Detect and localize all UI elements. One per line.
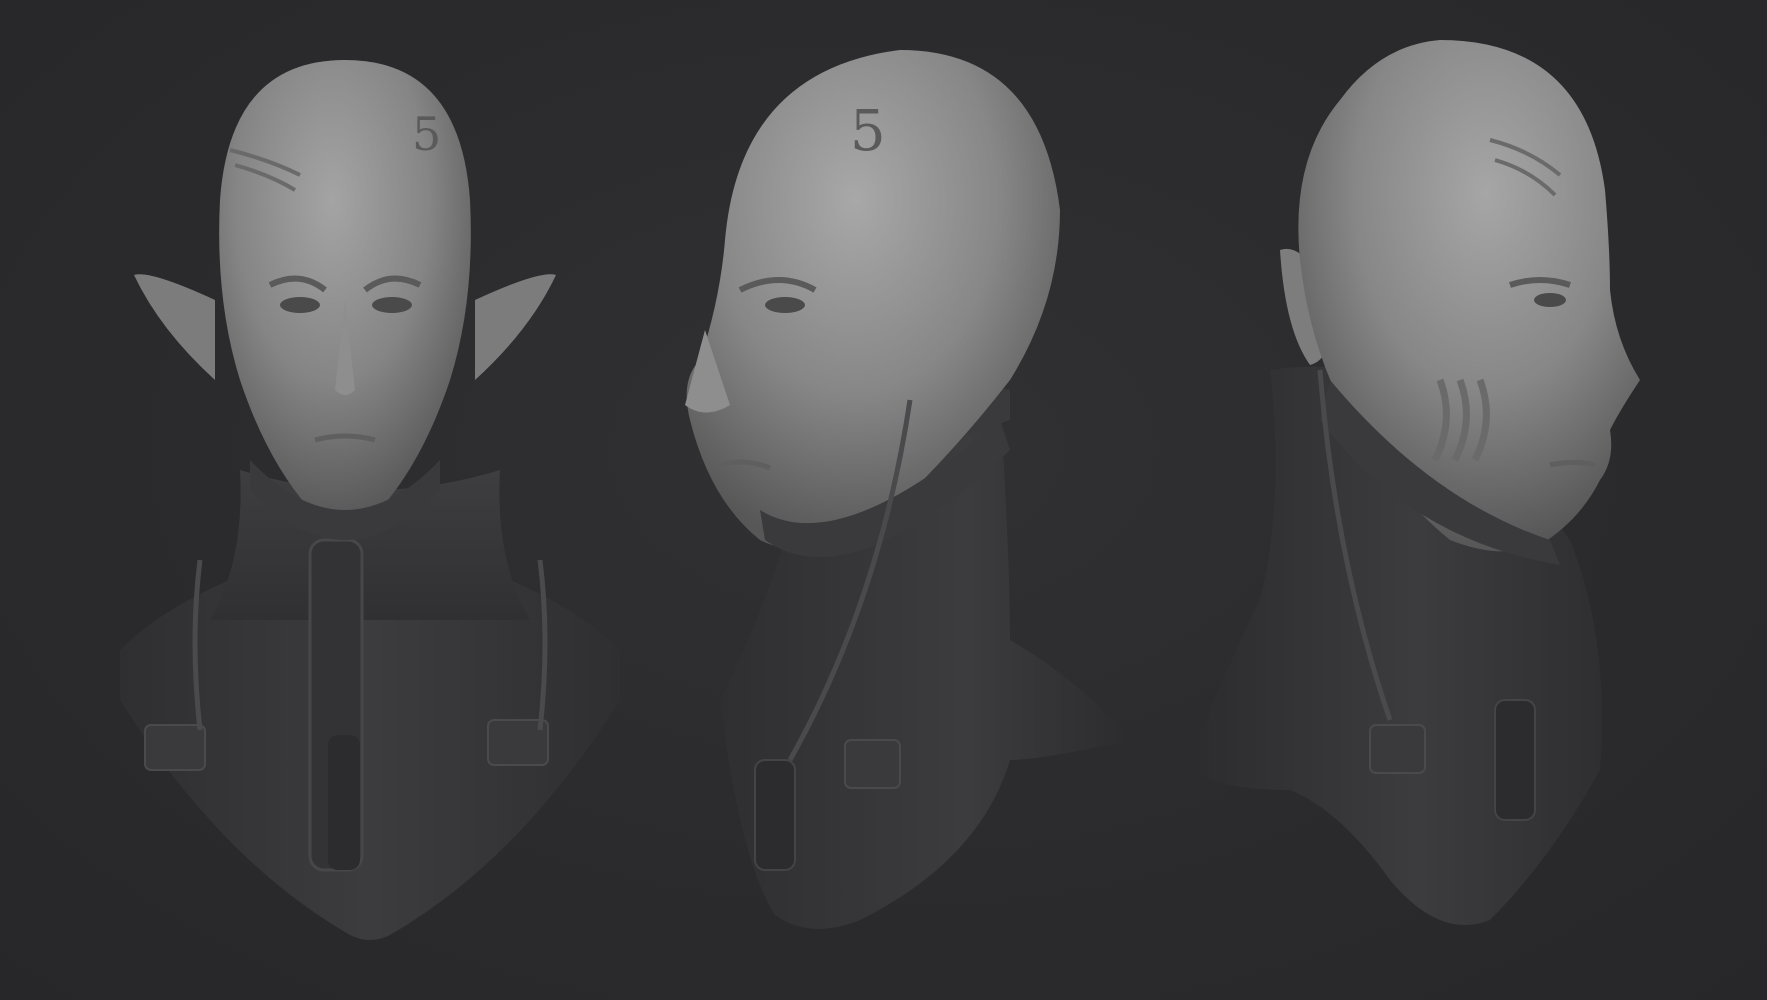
eye bbox=[1534, 293, 1566, 307]
bust-profile-view bbox=[1190, 0, 1730, 1000]
bust-front-view: 5 bbox=[120, 0, 620, 1000]
bust-three-quarter-view: 5 bbox=[680, 0, 1150, 1000]
chest-buckle bbox=[1369, 724, 1426, 774]
forehead-glyph: 5 bbox=[412, 107, 441, 161]
render-canvas: 5 5 bbox=[0, 0, 1767, 1000]
bust-front-sculpt: 5 bbox=[120, 60, 620, 940]
left-buckle bbox=[144, 724, 206, 771]
bust-profile-sculpt bbox=[1190, 40, 1640, 926]
bust-three-quarter-sculpt: 5 bbox=[685, 50, 1130, 929]
right-ear bbox=[475, 274, 556, 380]
right-eye bbox=[372, 297, 412, 313]
chest-buckle bbox=[844, 739, 901, 789]
forehead-glyph: 5 bbox=[850, 99, 886, 164]
vent-panel bbox=[1494, 699, 1536, 821]
mouth bbox=[1549, 460, 1596, 468]
left-eye bbox=[280, 297, 320, 313]
left-ear bbox=[134, 274, 215, 380]
vent-panel bbox=[328, 735, 360, 870]
eye bbox=[765, 297, 805, 313]
vent-panel bbox=[754, 759, 796, 871]
